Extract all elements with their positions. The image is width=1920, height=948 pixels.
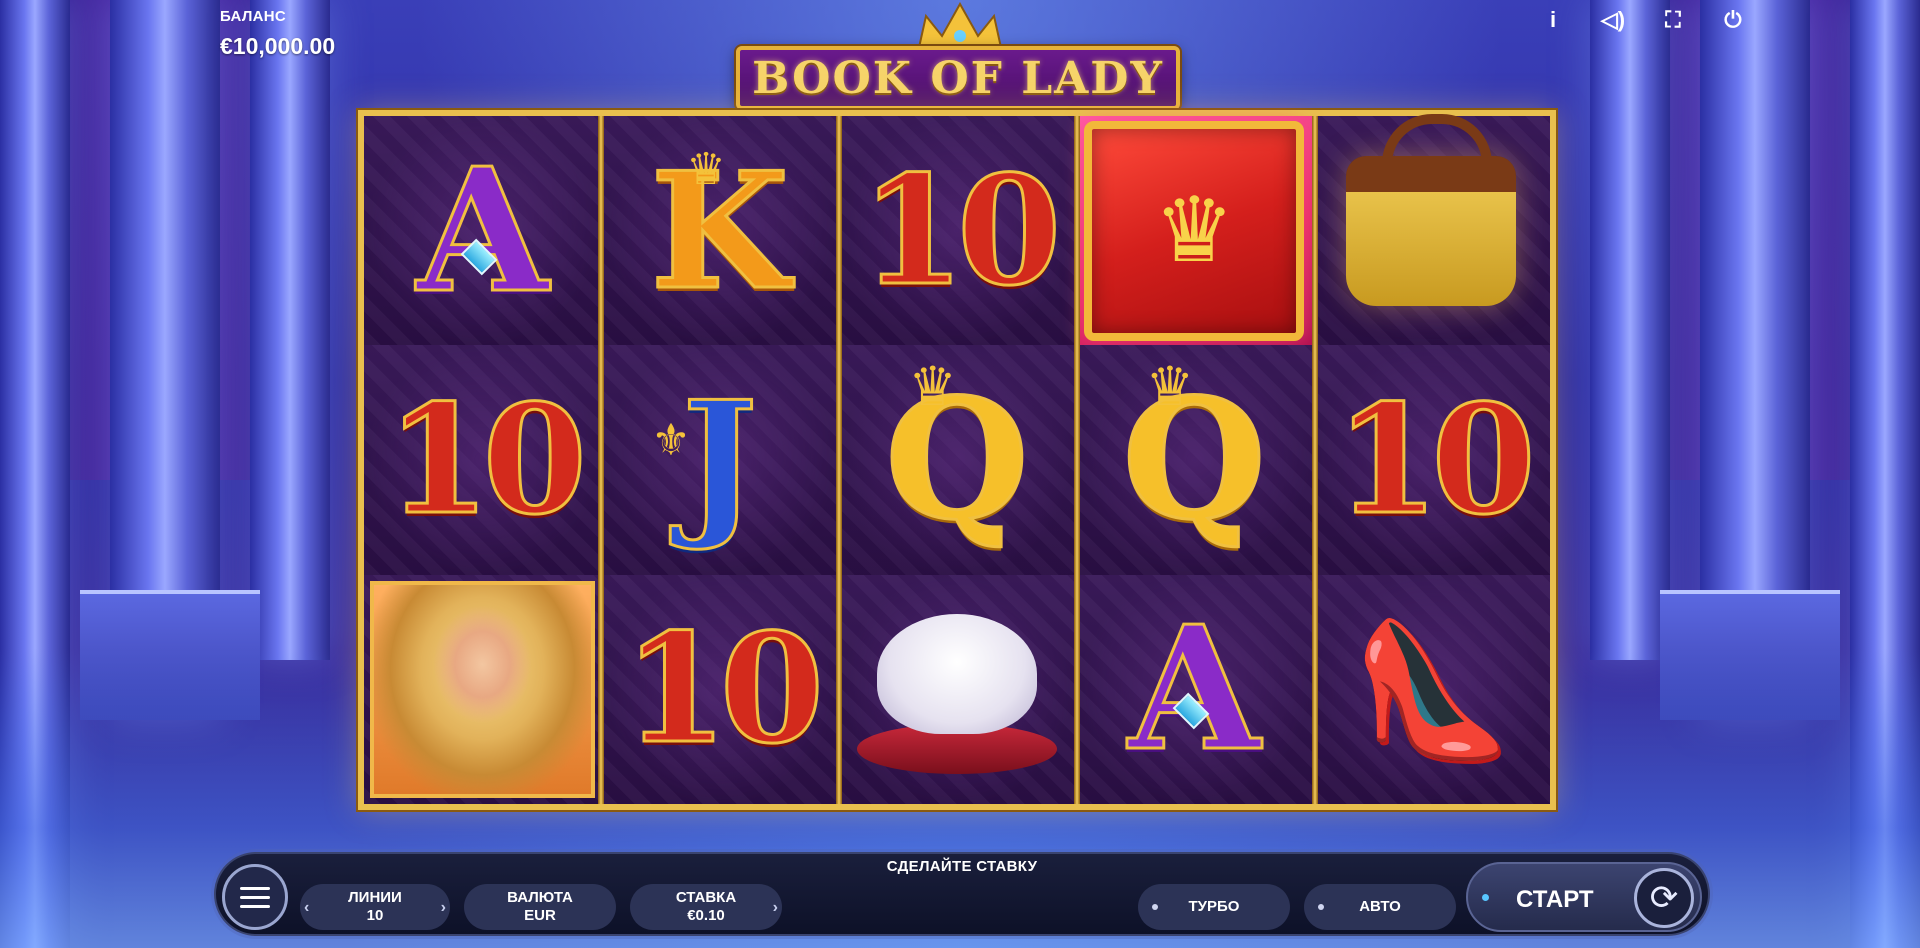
reel-cell: ⚜ J — [601, 345, 839, 575]
bet-selector[interactable]: СТАВКА €0.10 › — [630, 884, 782, 930]
menu-button[interactable] — [222, 864, 288, 930]
toggle-indicator — [1318, 904, 1324, 910]
turbo-label: ТУРБО — [1188, 898, 1240, 915]
reel-divider — [598, 116, 604, 804]
reel-cell — [1312, 113, 1550, 346]
power-icon[interactable]: ⏻ — [1714, 6, 1752, 34]
crown-icon: ♛ — [686, 145, 726, 194]
chevron-right-icon[interactable]: › — [773, 898, 778, 917]
balance-panel: БАЛАНС €10,000.00 — [220, 8, 335, 60]
lines-selector[interactable]: ‹ ЛИНИИ 10 › — [300, 884, 450, 930]
auto-label: АВТО — [1359, 898, 1401, 915]
bet-value: €0.10 — [687, 907, 725, 924]
cat-body — [876, 614, 1037, 735]
menu-icon-line — [240, 895, 270, 899]
reel-cell: 10 — [601, 574, 839, 804]
reel-divider — [836, 116, 842, 804]
reel-cell: 👠 — [1312, 574, 1550, 804]
reel-cell: ♛ K — [601, 116, 839, 346]
control-bar: СДЕЛАЙТЕ СТАВКУ ‹ ЛИНИИ 10 › ВАЛЮТА EUR … — [214, 852, 1710, 936]
symbol-a: A — [415, 130, 550, 331]
auto-toggle[interactable]: АВТО — [1304, 884, 1456, 930]
reel-cell: 10 — [1312, 345, 1550, 575]
symbol-10: 10 — [622, 601, 826, 778]
cat-symbol — [856, 604, 1057, 775]
shoes-symbol: 👠 — [1350, 615, 1513, 762]
symbol-a: A — [1127, 589, 1262, 790]
symbol-q: Q — [1121, 362, 1268, 557]
pillar — [1590, 0, 1670, 660]
symbol-j: J — [680, 365, 759, 554]
crown-icon: ♛ — [1145, 357, 1195, 418]
currency-label: ВАЛЮТА — [507, 889, 573, 906]
info-icon[interactable]: i — [1534, 6, 1572, 34]
chevron-left-icon[interactable]: ‹ — [304, 898, 309, 917]
symbol-10: 10 — [385, 371, 589, 548]
symbol-10: 10 — [1334, 371, 1538, 548]
reel-grid: A ♛ K 10 ♛ 10 ⚜ J ♛ Q ♛ Q 10 10 A 👠 — [364, 113, 1550, 804]
lady-symbol — [370, 580, 596, 798]
bet-label: СТАВКА — [675, 889, 737, 906]
reel-cell: A — [1075, 574, 1313, 804]
reel-cell — [364, 575, 601, 804]
reel-cell: 10 — [838, 116, 1076, 346]
reels-frame: A ♛ K 10 ♛ 10 ⚜ J ♛ Q ♛ Q 10 10 A 👠 — [358, 110, 1556, 810]
sound-icon[interactable]: ◁) — [1594, 6, 1632, 34]
fleur-icon: ⚜ — [651, 416, 691, 466]
spin-icon[interactable]: ⟳ — [1634, 868, 1694, 928]
handbag-symbol — [1346, 113, 1517, 306]
chevron-right-icon[interactable]: › — [441, 898, 446, 917]
symbol-q: Q — [884, 362, 1031, 557]
balance-value: €10,000.00 — [220, 33, 336, 59]
balance-label: БАЛАНС — [220, 8, 287, 25]
top-toolbar: i ◁) ⛶ ⏻ — [1534, 6, 1752, 34]
reel-cell: A — [364, 116, 602, 346]
symbol-10: 10 — [859, 142, 1063, 319]
lines-value: 10 — [366, 907, 384, 924]
fullscreen-icon[interactable]: ⛶ — [1654, 6, 1692, 34]
start-label: СТАРТ — [1516, 886, 1594, 913]
start-button[interactable]: СТАРТ ⟳ — [1466, 862, 1702, 932]
book-symbol: ♛ — [1084, 120, 1305, 341]
reel-cell — [838, 574, 1076, 804]
game-logo: BOOK OF LADY — [736, 46, 1180, 110]
menu-icon-line — [240, 886, 270, 890]
crown-icon: ♛ — [1153, 181, 1235, 282]
pillar — [250, 0, 330, 660]
currency-selector[interactable]: ВАЛЮТА EUR — [464, 884, 616, 930]
reel-cell: 10 — [364, 345, 602, 575]
game-title: BOOK OF LADY — [752, 52, 1164, 104]
start-indicator — [1482, 894, 1489, 901]
currency-value: EUR — [524, 907, 556, 924]
reel-cell: ♛ Q — [1075, 345, 1313, 575]
reel-cell: ♛ Q — [838, 345, 1076, 575]
reel-cell-highlight: ♛ — [1075, 116, 1313, 346]
turbo-toggle[interactable]: ТУРБО — [1138, 884, 1290, 930]
crown-icon: ♛ — [908, 357, 957, 418]
toggle-indicator — [1152, 904, 1158, 910]
reel-divider — [1074, 116, 1080, 804]
lines-label: ЛИНИИ — [348, 889, 402, 906]
menu-icon-line — [240, 904, 270, 908]
reel-divider — [1312, 116, 1318, 804]
